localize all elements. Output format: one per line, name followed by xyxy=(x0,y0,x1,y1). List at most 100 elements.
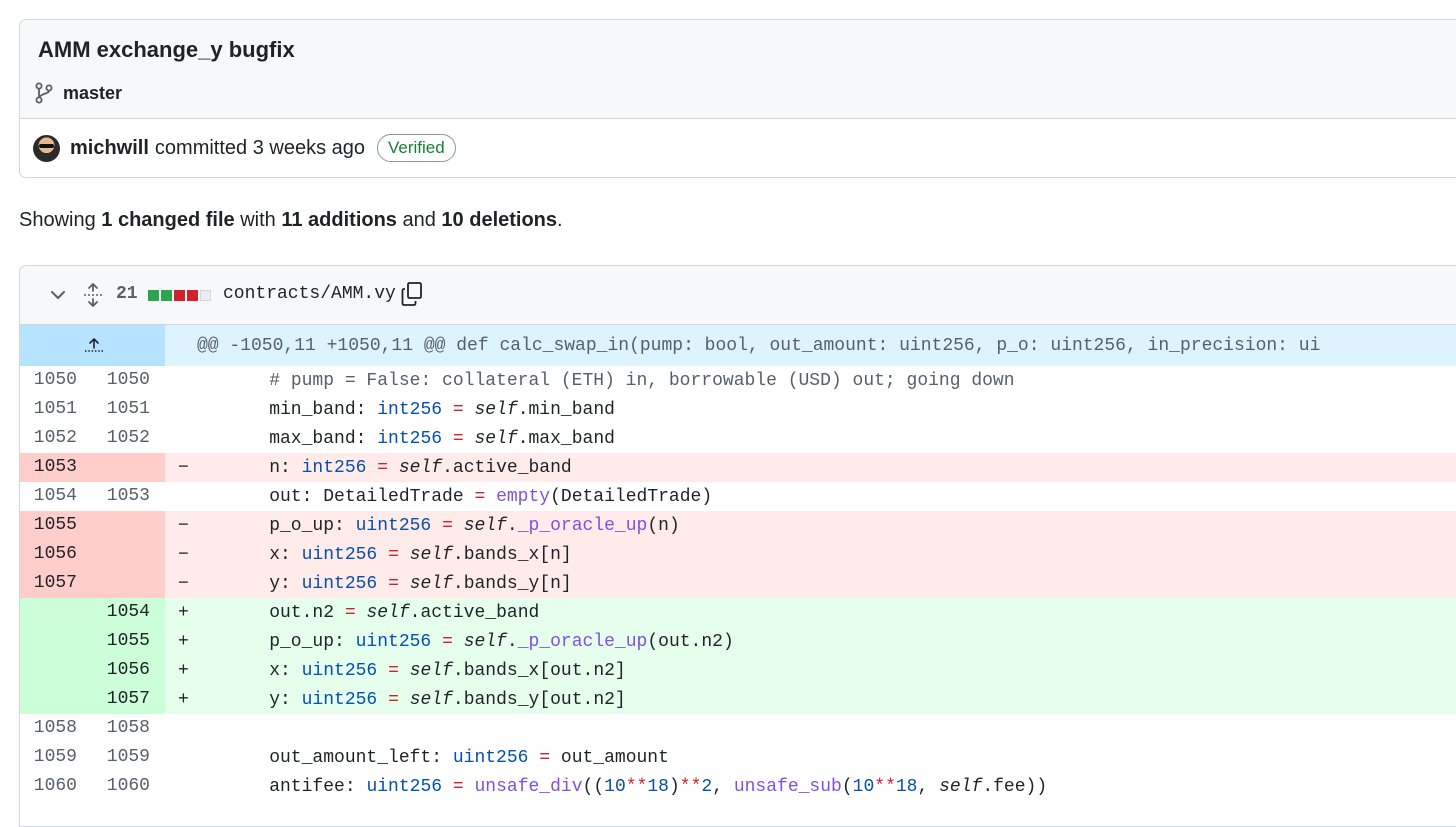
code-token: self xyxy=(409,660,453,681)
code-token: = xyxy=(388,573,399,594)
copy-icon[interactable] xyxy=(400,281,424,307)
new-line-number[interactable] xyxy=(92,569,165,598)
code-token: = xyxy=(452,428,464,449)
commit-header: AMM exchange_y bugfix master michwill co… xyxy=(19,19,1456,178)
diffstat-block xyxy=(200,290,211,301)
old-line-number[interactable]: 1052 xyxy=(20,424,92,453)
code-token: self xyxy=(939,776,983,797)
code-line: x: uint256 = self.bands_x[n] xyxy=(226,545,572,565)
file-diff: 21 contracts/AMM.vy @@ -1050,11 +1050,11… xyxy=(19,265,1456,827)
code-token: x: xyxy=(226,660,302,681)
file-path[interactable]: contracts/AMM.vy xyxy=(223,284,396,304)
old-line-number[interactable]: 1060 xyxy=(20,772,92,801)
code-token: uint256 xyxy=(452,747,529,768)
old-line-number[interactable] xyxy=(20,656,92,685)
file-header: 21 contracts/AMM.vy xyxy=(20,266,1456,325)
hunk-header: @@ -1050,11 +1050,11 @@ def calc_swap_in… xyxy=(197,335,1321,356)
old-line-number[interactable]: 1058 xyxy=(20,714,92,743)
code-token: self xyxy=(409,544,453,565)
new-line-number[interactable] xyxy=(92,540,165,569)
old-line-number[interactable] xyxy=(20,598,92,627)
new-line-number[interactable]: 1057 xyxy=(92,685,165,714)
code-token: out: DetailedTrade xyxy=(226,486,475,507)
old-line-number[interactable]: 1055 xyxy=(20,511,92,540)
code-token: .active_band xyxy=(409,602,540,623)
branch-row[interactable]: master xyxy=(34,82,122,104)
diffstat-block xyxy=(148,290,159,301)
code-token: _p_oracle_up xyxy=(517,515,648,536)
code-token: int256 xyxy=(377,399,443,420)
code-token: 10 xyxy=(852,776,875,797)
code-token: uint256 xyxy=(366,776,443,797)
code-token: self xyxy=(409,573,453,594)
old-line-number[interactable]: 1057 xyxy=(20,569,92,598)
expand-all-icon[interactable] xyxy=(82,282,104,308)
code-line: y: uint256 = self.bands_y[n] xyxy=(226,574,572,594)
code-token: ( xyxy=(841,776,853,797)
new-line-number[interactable] xyxy=(92,511,165,540)
old-line-number[interactable]: 1056 xyxy=(20,540,92,569)
new-line-number[interactable]: 1054 xyxy=(92,598,165,627)
code-token: = xyxy=(388,660,399,681)
new-line-number[interactable] xyxy=(92,453,165,482)
code-token: n: xyxy=(226,457,302,478)
old-line-number[interactable] xyxy=(20,685,92,714)
code-token: . xyxy=(506,631,518,652)
diff-rows: 1050 1050 # pump = False: collateral (ETH… xyxy=(20,366,1456,801)
code-token: min_band: xyxy=(226,399,378,420)
code-token: = xyxy=(377,457,389,478)
code-token: .bands_x[n] xyxy=(452,544,572,565)
new-line-number[interactable]: 1053 xyxy=(92,482,165,511)
old-line-number[interactable] xyxy=(20,627,92,656)
old-line-number[interactable]: 1050 xyxy=(20,366,92,395)
code-token: self xyxy=(474,399,518,420)
verified-badge[interactable]: Verified xyxy=(377,134,456,162)
code-token: .fee)) xyxy=(982,776,1048,797)
code-token: ** xyxy=(679,776,702,797)
old-line-number[interactable]: 1053 xyxy=(20,453,92,482)
new-line-number[interactable]: 1050 xyxy=(92,366,165,395)
new-line-number[interactable]: 1051 xyxy=(92,395,165,424)
summary-deletions: 10 deletions xyxy=(441,209,558,231)
new-line-number[interactable]: 1056 xyxy=(92,656,165,685)
code-token: = xyxy=(442,631,453,652)
code-token: , xyxy=(712,776,734,797)
author-link[interactable]: michwill xyxy=(70,137,149,160)
code-token: self xyxy=(398,457,443,478)
old-line-number[interactable]: 1051 xyxy=(20,395,92,424)
expand-up-button[interactable] xyxy=(20,325,165,366)
code-token: x: xyxy=(226,544,302,565)
code-token: self xyxy=(409,689,453,710)
new-line-number[interactable]: 1052 xyxy=(92,424,165,453)
avatar[interactable] xyxy=(33,134,60,162)
new-line-number[interactable]: 1058 xyxy=(92,714,165,743)
code-token: = xyxy=(474,486,486,507)
code-token: .min_band xyxy=(517,399,615,420)
code-token: max_band: xyxy=(226,428,378,449)
code-line: min_band: int256 = self.min_band xyxy=(226,400,615,420)
code-token: unsafe_sub xyxy=(733,776,842,797)
new-line-number[interactable]: 1060 xyxy=(92,772,165,801)
code-token: (( xyxy=(582,776,605,797)
deleted-line: 1053 − n: int256 = self.active_band xyxy=(20,453,1456,482)
code-token: 10 xyxy=(604,776,626,797)
code-token: uint256 xyxy=(355,515,432,536)
code-token: uint256 xyxy=(301,544,378,565)
changes-count: 21 xyxy=(116,284,138,304)
chevron-down-icon[interactable] xyxy=(48,285,68,305)
new-line-number[interactable]: 1059 xyxy=(92,743,165,772)
diff-marker: − xyxy=(178,573,189,594)
deleted-line: 1055 − p_o_up: uint256 = self._p_oracle_u… xyxy=(20,511,1456,540)
new-line-number[interactable]: 1055 xyxy=(92,627,165,656)
old-line-number[interactable]: 1059 xyxy=(20,743,92,772)
old-line-number[interactable]: 1054 xyxy=(20,482,92,511)
code-token: self xyxy=(366,602,410,623)
code-token: = xyxy=(388,544,399,565)
